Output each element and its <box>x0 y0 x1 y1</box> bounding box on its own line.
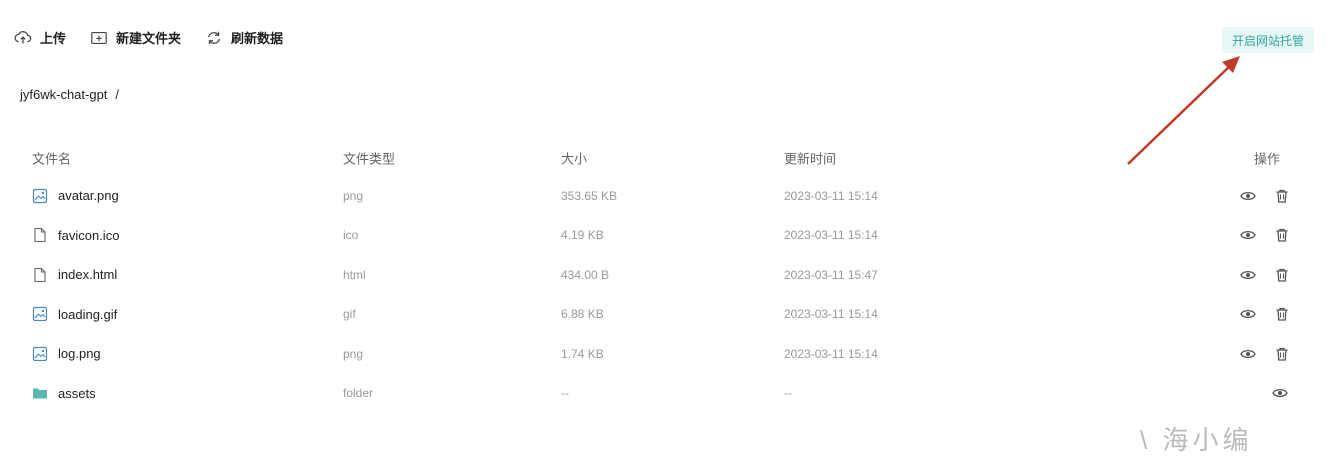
eye-icon[interactable] <box>1240 188 1256 204</box>
file-type: png <box>343 188 364 203</box>
header-ops: 操作 <box>1254 151 1281 167</box>
trash-icon[interactable] <box>1274 306 1290 322</box>
row-actions <box>1272 385 1288 401</box>
refresh-label: 刷新数据 <box>231 31 284 46</box>
file-name-cell[interactable]: log.png <box>32 346 101 362</box>
file-time: 2023-03-11 15:14 <box>784 228 878 243</box>
image-file-icon <box>32 346 48 362</box>
file-icon <box>32 267 48 283</box>
row-actions <box>1240 306 1290 322</box>
trash-icon[interactable] <box>1274 188 1290 204</box>
image-file-icon <box>32 188 48 204</box>
file-size: 1.74 KB <box>561 346 604 361</box>
table-row[interactable]: avatar.png png 353.65 KB 2023-03-11 15:14 <box>0 176 1336 216</box>
file-time: 2023-03-11 15:14 <box>784 188 878 203</box>
file-name-cell[interactable]: avatar.png <box>32 188 119 204</box>
row-actions <box>1240 188 1290 204</box>
file-type: png <box>343 346 364 361</box>
eye-icon[interactable] <box>1240 267 1256 283</box>
breadcrumb-folder[interactable]: jyf6wk-chat-gpt <box>20 87 107 102</box>
toolbar: 上传 新建文件夹 刷新数据 <box>14 28 283 47</box>
file-name[interactable]: log.png <box>58 346 101 361</box>
file-size: 434.00 B <box>561 267 610 282</box>
file-name-cell[interactable]: index.html <box>32 267 117 283</box>
file-time: 2023-03-11 15:47 <box>784 267 878 282</box>
file-name-cell[interactable]: assets <box>32 385 96 401</box>
file-name[interactable]: avatar.png <box>58 188 119 203</box>
image-file-icon <box>32 306 48 322</box>
eye-icon[interactable] <box>1272 385 1288 401</box>
file-size: 353.65 KB <box>561 188 618 203</box>
file-size: -- <box>561 386 569 401</box>
row-actions <box>1240 346 1290 362</box>
eye-icon[interactable] <box>1240 306 1256 322</box>
table-row[interactable]: favicon.ico ico 4.19 KB 2023-03-11 15:14 <box>0 216 1336 256</box>
enable-hosting-button[interactable]: 开启网站托管 <box>1222 27 1314 53</box>
file-time: -- <box>784 386 792 401</box>
file-type: folder <box>343 386 374 401</box>
row-actions <box>1240 227 1290 243</box>
breadcrumb: jyf6wk-chat-gpt / <box>20 87 119 102</box>
folder-icon <box>32 385 48 401</box>
file-name-cell[interactable]: loading.gif <box>32 306 117 322</box>
new-folder-label: 新建文件夹 <box>116 31 182 46</box>
row-actions <box>1240 267 1290 283</box>
file-type: html <box>343 267 366 282</box>
table-row[interactable]: log.png png 1.74 KB 2023-03-11 15:14 <box>0 334 1336 374</box>
eye-icon[interactable] <box>1240 346 1256 362</box>
file-name[interactable]: favicon.ico <box>58 228 119 243</box>
header-time: 更新时间 <box>784 151 837 167</box>
header-size: 大小 <box>561 151 588 167</box>
upload-label: 上传 <box>40 31 67 46</box>
file-name[interactable]: loading.gif <box>58 307 117 322</box>
file-name[interactable]: index.html <box>58 267 117 282</box>
breadcrumb-separator: / <box>115 87 120 102</box>
file-type: gif <box>343 307 356 322</box>
file-time: 2023-03-11 15:14 <box>784 307 878 322</box>
eye-icon[interactable] <box>1240 227 1256 243</box>
new-folder-icon <box>91 31 107 44</box>
upload-button[interactable]: 上传 <box>14 28 66 47</box>
refresh-button[interactable]: 刷新数据 <box>205 28 283 47</box>
file-table: 文件名 文件类型 大小 更新时间 操作 avatar.png png 353.65 … <box>0 140 1336 413</box>
header-type: 文件类型 <box>343 151 396 167</box>
file-type: ico <box>343 228 359 243</box>
trash-icon[interactable] <box>1274 267 1290 283</box>
refresh-icon <box>208 31 221 44</box>
file-name-cell[interactable]: favicon.ico <box>32 227 119 243</box>
file-time: 2023-03-11 15:14 <box>784 346 878 361</box>
cloud-upload-icon <box>14 30 32 43</box>
new-folder-button[interactable]: 新建文件夹 <box>90 28 181 47</box>
watermark: \ 海小编 <box>1140 425 1253 455</box>
file-name[interactable]: assets <box>58 386 96 401</box>
file-icon <box>32 227 48 243</box>
header-name: 文件名 <box>32 151 72 167</box>
table-header: 文件名 文件类型 大小 更新时间 操作 <box>0 140 1336 176</box>
trash-icon[interactable] <box>1274 227 1290 243</box>
file-size: 6.88 KB <box>561 307 604 322</box>
file-size: 4.19 KB <box>561 228 604 243</box>
trash-icon[interactable] <box>1274 346 1290 362</box>
table-row[interactable]: index.html html 434.00 B 2023-03-11 15:47 <box>0 255 1336 295</box>
table-row[interactable]: assets folder -- -- <box>0 374 1336 414</box>
table-row[interactable]: loading.gif gif 6.88 KB 2023-03-11 15:14 <box>0 295 1336 335</box>
